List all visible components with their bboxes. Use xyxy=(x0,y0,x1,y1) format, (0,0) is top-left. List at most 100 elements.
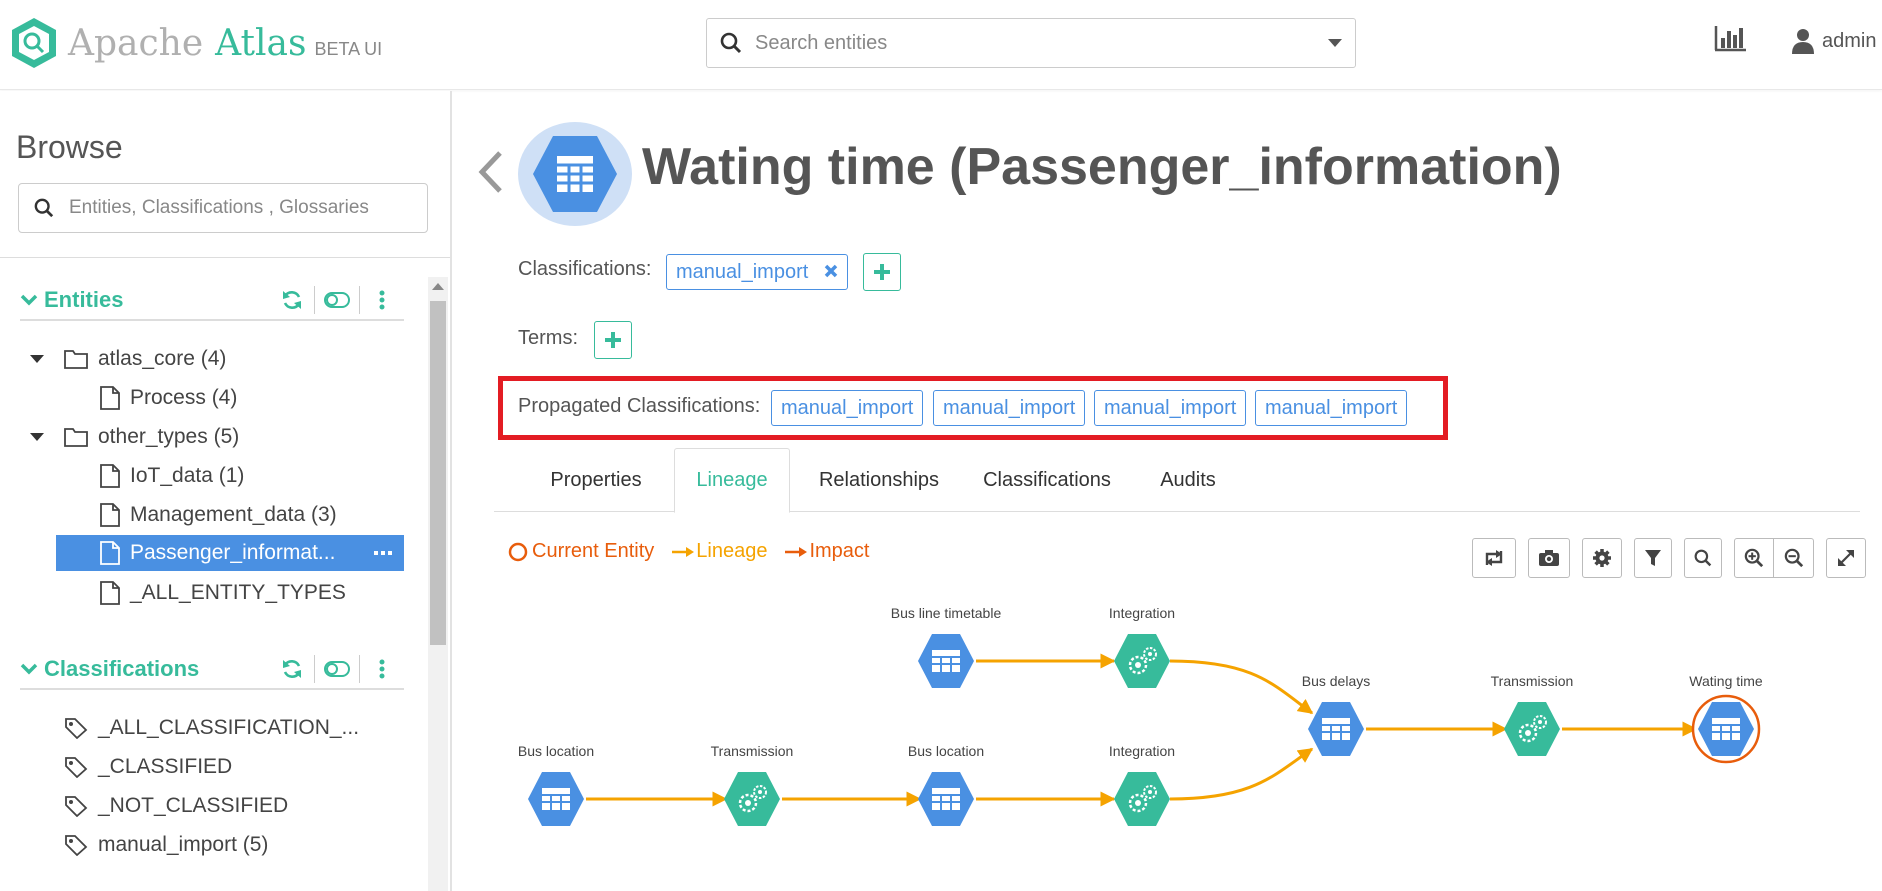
lineage-toolbar xyxy=(1472,538,1878,578)
user-name: admin xyxy=(1822,29,1877,52)
propagated-tag[interactable]: manual_import xyxy=(771,390,924,426)
sidebar-search-placeholder: Entities, Classifications , Glossaries xyxy=(69,197,369,218)
classifications-section-header[interactable]: Classifications xyxy=(20,650,404,690)
arrow-right-icon xyxy=(785,546,808,557)
chevron-down-icon[interactable] xyxy=(1315,38,1355,48)
classification-item[interactable]: _ALL_CLASSIFICATION_... xyxy=(64,710,359,746)
search-icon xyxy=(19,198,69,218)
zoom-in-icon xyxy=(1744,548,1764,568)
settings-button[interactable] xyxy=(1582,538,1622,578)
lineage-node-process[interactable] xyxy=(1502,700,1562,758)
more-horizontal-icon[interactable] xyxy=(374,550,392,556)
tree-item-management-data[interactable]: Management_data (3) xyxy=(100,497,337,533)
tag-icon xyxy=(64,795,88,817)
more-vertical-icon[interactable] xyxy=(360,286,404,314)
fullscreen-button[interactable] xyxy=(1826,538,1866,578)
refresh-icon[interactable] xyxy=(270,286,314,314)
zoom-in-button[interactable] xyxy=(1734,538,1774,578)
lineage-node-process[interactable] xyxy=(1112,632,1172,690)
tab-lineage[interactable]: Lineage xyxy=(674,448,790,513)
classification-tag[interactable]: manual_import xyxy=(666,254,849,290)
gear-icon xyxy=(1593,549,1611,567)
lineage-node-process[interactable] xyxy=(722,770,782,828)
entities-section-header[interactable]: Entities xyxy=(20,281,404,321)
lineage-node-label: Integration xyxy=(1109,605,1175,621)
lineage-legend: Current Entity Lineage Impact xyxy=(508,540,887,563)
lineage-node-table[interactable] xyxy=(917,771,975,827)
remove-classification-icon[interactable] xyxy=(824,261,838,284)
classification-label: manual_import (5) xyxy=(98,833,269,856)
lineage-node-table[interactable] xyxy=(917,633,975,689)
lineage-node-label: Bus location xyxy=(518,743,594,759)
lineage-node-label: Transmission xyxy=(711,743,794,759)
tree-item-all-entity-types[interactable]: _ALL_ENTITY_TYPES xyxy=(100,575,346,611)
legend-impact-label: Impact xyxy=(809,540,870,562)
add-term-button[interactable] xyxy=(594,321,632,359)
tag-icon xyxy=(64,717,88,739)
scrollbar-thumb[interactable] xyxy=(430,301,446,645)
back-chevron-icon[interactable] xyxy=(478,150,504,199)
tree-item-passenger-information[interactable]: Passenger_informat... xyxy=(56,535,404,571)
propagated-classifications-label: Propagated Classifications: xyxy=(518,395,761,417)
statistics-icon[interactable] xyxy=(1714,26,1746,57)
classifications-section-title: Classifications xyxy=(44,656,200,681)
lineage-node-process[interactable] xyxy=(1112,770,1172,828)
tree-item-process[interactable]: Process (4) xyxy=(100,380,237,416)
classification-item[interactable]: manual_import (5) xyxy=(64,827,268,863)
caret-down-icon[interactable] xyxy=(30,419,46,455)
sidebar-scrollbar[interactable] xyxy=(428,277,448,891)
tree-item-iot-data[interactable]: IoT_data (1) xyxy=(100,458,244,494)
tree-item-label: Process (4) xyxy=(130,386,238,409)
plus-icon xyxy=(605,332,621,348)
lineage-node-table[interactable] xyxy=(1307,701,1365,757)
propagated-tag[interactable]: manual_import xyxy=(1094,390,1247,426)
classification-label: _CLASSIFIED xyxy=(98,755,233,778)
classification-label: _NOT_CLASSIFIED xyxy=(98,794,289,817)
tab-audits[interactable]: Audits xyxy=(1138,448,1238,512)
zoom-out-button[interactable] xyxy=(1774,538,1814,578)
propagated-tag[interactable]: manual_import xyxy=(1255,390,1408,426)
lineage-node-label: Integration xyxy=(1109,743,1175,759)
filter-button[interactable] xyxy=(1634,538,1672,578)
browse-sidebar: Browse Entities, Classifications , Gloss… xyxy=(0,91,452,891)
logo-beta-text: BETA UI xyxy=(314,38,383,59)
entity-title: Wating time (Passenger_information) xyxy=(642,138,1562,196)
tree-item-label: other_types (5) xyxy=(98,425,240,448)
export-image-button[interactable] xyxy=(1528,538,1570,578)
entity-type-icon xyxy=(518,122,632,226)
lineage-graph[interactable]: Bus line timetable Integration Bus delay… xyxy=(494,595,1860,891)
legend-lineage: Lineage xyxy=(672,540,767,563)
app-logo[interactable]: Apache Atlas BETA UI xyxy=(10,16,382,70)
propagated-tag[interactable]: manual_import xyxy=(933,390,1086,426)
add-classification-button[interactable] xyxy=(863,253,901,291)
reset-layout-button[interactable] xyxy=(1472,538,1516,578)
lineage-node-table[interactable] xyxy=(527,771,585,827)
toggle-icon[interactable] xyxy=(315,655,359,683)
tab-properties[interactable]: Properties xyxy=(534,448,658,512)
chevron-down-icon[interactable] xyxy=(20,293,38,307)
search-node-button[interactable] xyxy=(1684,538,1722,578)
chevron-down-icon[interactable] xyxy=(20,662,38,676)
table-hexagon-icon xyxy=(533,136,617,212)
tree-item-atlas-core[interactable]: atlas_core (4) xyxy=(64,341,226,377)
tab-relationships[interactable]: Relationships xyxy=(804,448,954,512)
classifications-label: Classifications: xyxy=(518,258,652,280)
retweet-icon xyxy=(1485,550,1503,566)
more-vertical-icon[interactable] xyxy=(360,655,404,683)
classification-item[interactable]: _NOT_CLASSIFIED xyxy=(64,788,288,824)
zoom-group xyxy=(1734,538,1814,578)
classification-item[interactable]: _CLASSIFIED xyxy=(64,749,232,785)
top-header: Apache Atlas BETA UI Search entities adm… xyxy=(0,0,1882,90)
lineage-node-label: Transmission xyxy=(1491,673,1574,689)
tree-item-other-types[interactable]: other_types (5) xyxy=(64,419,239,455)
toggle-icon[interactable] xyxy=(315,286,359,314)
scroll-up-arrow[interactable] xyxy=(432,283,444,290)
tab-classifications[interactable]: Classifications xyxy=(972,448,1122,512)
global-search-input[interactable]: Search entities xyxy=(706,18,1356,68)
file-icon xyxy=(100,541,120,565)
sidebar-search-input[interactable]: Entities, Classifications , Glossaries xyxy=(18,183,428,233)
search-icon xyxy=(1694,549,1712,567)
user-menu[interactable]: admin xyxy=(1792,28,1876,54)
caret-down-icon[interactable] xyxy=(30,341,46,377)
refresh-icon[interactable] xyxy=(270,655,314,683)
